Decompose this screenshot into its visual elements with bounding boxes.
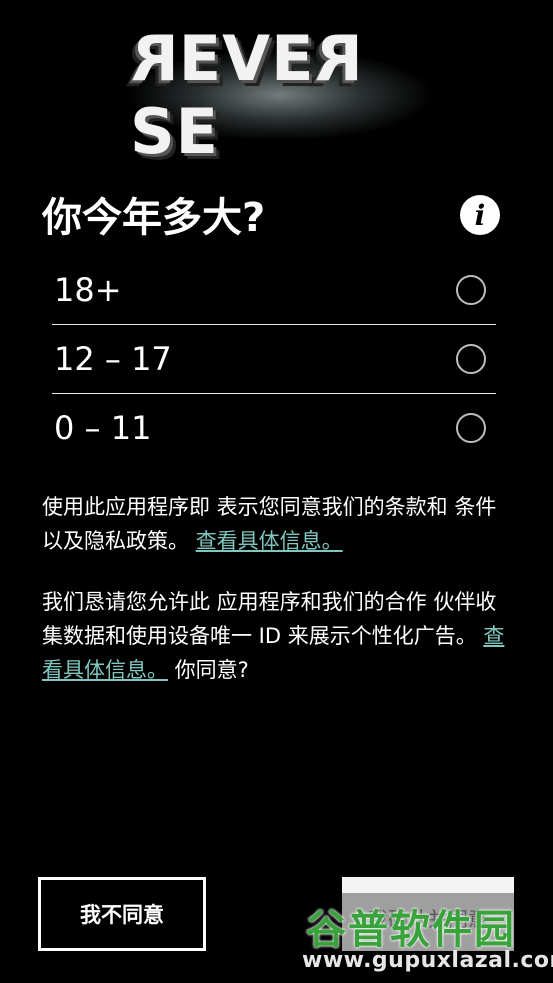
app-logo: REVERSE [130,22,430,168]
radio-button[interactable] [456,344,486,374]
logo-letter-r2-flipped: R [314,22,364,95]
age-option-12-17[interactable]: 12 – 17 [52,325,496,394]
watermark-title: 谷普软件园 [306,907,516,953]
age-question: 你今年多大? [42,195,266,241]
site-watermark: 谷普软件园 www.gupuxlazal.com [302,893,553,981]
radio-button[interactable] [456,275,486,305]
age-option-label: 12 – 17 [54,340,172,378]
logo-letters-eve: EVE [178,22,315,95]
logo-text: REVERSE [130,22,430,168]
logo-letter-r-flipped: R [130,22,179,95]
ads-consent-question: 你同意? [168,658,249,682]
ads-consent-text: 我们恳请您允许此 应用程序和我们的合作 伙伴收集数据和使用设备唯一 ID 来展示… [42,590,497,648]
age-option-0-11[interactable]: 0 – 11 [52,394,496,462]
radio-button[interactable] [456,413,486,443]
age-option-label: 18+ [54,271,122,309]
age-option-18-plus[interactable]: 18+ [52,256,496,325]
age-option-label: 0 – 11 [54,409,152,447]
info-icon[interactable]: i [460,195,500,235]
ads-consent-paragraph: 我们恳请您允许此 应用程序和我们的合作 伙伴收集数据和使用设备唯一 ID 来展示… [42,585,512,687]
decline-button[interactable]: 我不同意 [38,877,206,951]
logo-letters-se: SE [130,95,220,168]
terms-paragraph: 使用此应用程序即 表示您同意我们的条款和 条件以及隐私政策。 查看具体信息。 [42,490,512,558]
terms-details-link[interactable]: 查看具体信息。 [196,529,343,553]
watermark-url: www.gupuxlazal.com [302,948,553,973]
age-options-list: 18+ 12 – 17 0 – 11 [52,256,496,462]
